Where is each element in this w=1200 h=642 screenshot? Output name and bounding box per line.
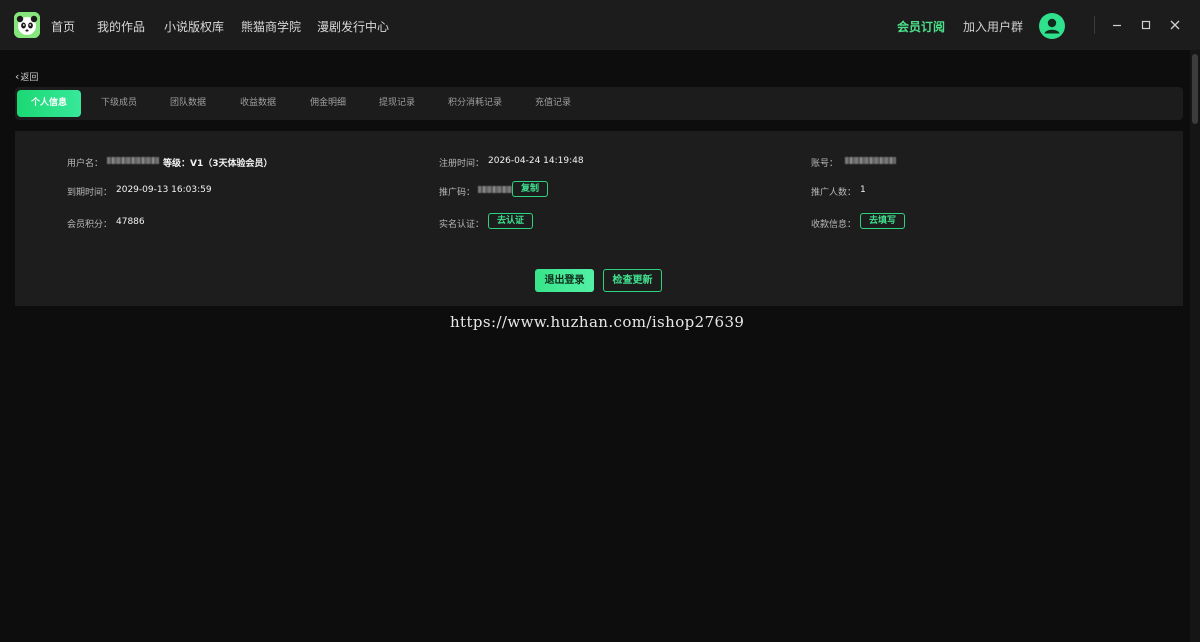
- user-avatar-icon[interactable]: [1039, 13, 1065, 39]
- expire-time-label: 到期时间：: [67, 188, 113, 198]
- tab-commission-details[interactable]: 佣金明细: [298, 90, 358, 117]
- nav-item-novel-library[interactable]: 小说版权库: [164, 18, 224, 35]
- scrollbar-track[interactable]: [1190, 50, 1200, 642]
- account-label: 账号：: [811, 159, 839, 169]
- panda-logo-icon[interactable]: [14, 12, 40, 38]
- payment-fill-button[interactable]: 去填写: [860, 213, 905, 229]
- register-time-label: 注册时间：: [439, 159, 485, 169]
- tab-points-records[interactable]: 积分消耗记录: [418, 90, 532, 117]
- logout-button[interactable]: 退出登录: [535, 269, 594, 292]
- watermark-url: https://www.huzhan.com/ishop27639: [450, 313, 745, 331]
- vip-subscribe-link[interactable]: 会员订阅: [897, 18, 945, 35]
- promo-count-value: 1: [860, 185, 866, 195]
- realname-verify-button[interactable]: 去认证: [488, 213, 533, 229]
- nav-item-academy[interactable]: 熊猫商学院: [241, 18, 301, 35]
- realname-label: 实名认证：: [439, 220, 485, 230]
- points-label: 会员积分：: [67, 220, 113, 230]
- tab-team-data[interactable]: 团队数据: [158, 90, 218, 117]
- points-value: 47886: [116, 217, 145, 227]
- nav-item-home[interactable]: 首页: [51, 18, 75, 35]
- tab-recharge-records[interactable]: 充值记录: [523, 90, 583, 117]
- username-label: 用户名：: [67, 159, 104, 169]
- close-icon[interactable]: [1166, 16, 1184, 34]
- chevron-left-icon: ‹: [15, 70, 20, 83]
- level-value: 等级：V1（3天体验会员）: [163, 159, 273, 169]
- copy-button[interactable]: 复制: [512, 181, 548, 197]
- promo-code-label: 推广码：: [439, 188, 476, 198]
- nav-item-my-works[interactable]: 我的作品: [97, 18, 145, 35]
- payment-info-label: 收款信息：: [811, 220, 857, 230]
- promo-count-label: 推广人数：: [811, 188, 857, 198]
- back-link[interactable]: ‹返回: [15, 70, 38, 83]
- check-update-button[interactable]: 检查更新: [603, 269, 662, 292]
- nav-item-comic-center[interactable]: 漫剧发行中心: [317, 18, 389, 35]
- username-redacted: [107, 157, 159, 164]
- back-label: 返回: [20, 73, 39, 83]
- account-redacted: [845, 157, 896, 164]
- tab-personal-info[interactable]: 个人信息: [17, 90, 81, 117]
- register-time-value: 2026-04-24 14:19:48: [488, 156, 584, 166]
- maximize-icon[interactable]: [1137, 16, 1155, 34]
- promo-code-redacted: [478, 186, 512, 193]
- minimize-icon[interactable]: [1108, 16, 1126, 34]
- expire-time-value: 2029-09-13 16:03:59: [116, 185, 212, 195]
- tab-earnings-data[interactable]: 收益数据: [228, 90, 288, 117]
- title-bar: 首页 我的作品 小说版权库 熊猫商学院 漫剧发行中心 会员订阅 加入用户群: [0, 0, 1200, 50]
- tab-sub-members[interactable]: 下级成员: [89, 90, 149, 117]
- window-controls-divider: [1094, 16, 1095, 34]
- tab-bar: 个人信息 下级成员 团队数据 收益数据 佣金明细 提现记录 积分消耗记录 充值记…: [15, 87, 1183, 120]
- join-group-link[interactable]: 加入用户群: [963, 18, 1023, 35]
- scrollbar-thumb[interactable]: [1192, 54, 1198, 124]
